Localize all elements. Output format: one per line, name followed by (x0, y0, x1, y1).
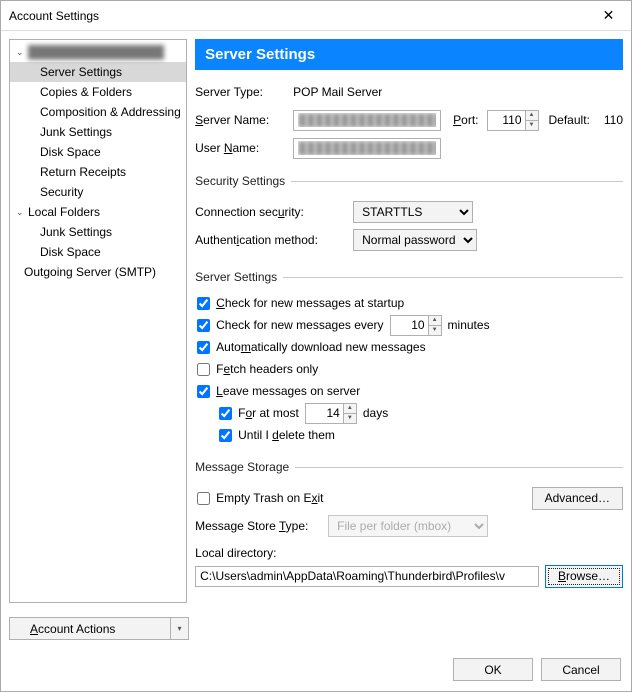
accounts-tree: ⌄ ████████████████ Server Settings Copie… (9, 39, 187, 603)
server-type-label: Server Type: (195, 85, 285, 99)
main-panel: Server Settings Server Type: POP Mail Se… (195, 39, 623, 603)
local-dir-input[interactable] (195, 566, 539, 587)
browse-button[interactable]: Browse… (545, 565, 623, 588)
sidebar-item-lf-disk[interactable]: Disk Space (10, 242, 186, 262)
chk-startup-row[interactable]: Check for new messages at startup (195, 292, 623, 314)
chk-until-delete-row[interactable]: Until I delete them (195, 424, 623, 446)
conn-sec-select[interactable]: STARTTLS (353, 201, 473, 223)
days-stepper[interactable]: ▲▼ (305, 403, 357, 424)
default-port-value: 110 (604, 113, 623, 127)
local-dir-label: Local directory: (195, 546, 623, 560)
server-settings-legend: Server Settings (195, 270, 283, 284)
chk-headers-row[interactable]: Fetch headers only (195, 358, 623, 380)
store-type-label: Message Store Type: (195, 519, 320, 533)
advanced-button[interactable]: Advanced… (532, 487, 623, 510)
user-name-input[interactable] (293, 138, 441, 159)
titlebar: Account Settings ✕ (1, 1, 631, 31)
window-title: Account Settings (9, 9, 586, 23)
sidebar-item-return-receipts[interactable]: Return Receipts (10, 162, 186, 182)
auth-method-label: Authentication method: (195, 233, 345, 247)
store-type-select: File per folder (mbox) (328, 515, 488, 537)
chk-every-row[interactable]: Check for new messages every ▲▼ minutes (195, 314, 623, 336)
chk-leave-row[interactable]: Leave messages on server (195, 380, 623, 402)
chk-empty-trash-row[interactable]: Empty Trash on Exit (195, 487, 323, 509)
sidebar-item-server-settings[interactable]: Server Settings (10, 62, 186, 82)
sidebar-item-copies-folders[interactable]: Copies & Folders (10, 82, 186, 102)
sidebar-item-outgoing[interactable]: Outgoing Server (SMTP) (10, 262, 186, 282)
chevron-down-icon: ⌄ (16, 207, 26, 218)
close-icon: ✕ (603, 7, 615, 24)
port-label: Port: (453, 113, 478, 127)
chk-every[interactable] (197, 319, 210, 332)
sidebar-item-composition[interactable]: Composition & Addressing (10, 102, 186, 122)
panel-title: Server Settings (195, 39, 623, 70)
spin-icon[interactable]: ▲▼ (525, 111, 538, 130)
conn-sec-label: Connection security: (195, 205, 345, 219)
spin-icon[interactable]: ▲▼ (343, 404, 356, 423)
port-stepper[interactable]: ▲▼ (487, 110, 539, 131)
chk-autodl[interactable] (197, 341, 210, 354)
server-name-label: Server Name: (195, 113, 285, 127)
server-type-value: POP Mail Server (293, 85, 382, 99)
chevron-down-icon: ⌄ (16, 47, 26, 58)
chk-empty-trash[interactable] (197, 492, 210, 505)
default-label: Default: (549, 113, 590, 127)
account-actions-button[interactable]: Account Actions ▾ (9, 617, 189, 640)
chk-atmost-row[interactable]: For at most ▲▼ days (195, 402, 623, 424)
auth-method-select[interactable]: Normal password (353, 229, 477, 251)
server-name-input[interactable] (293, 110, 441, 131)
storage-legend: Message Storage (195, 460, 295, 474)
account-root[interactable]: ⌄ ████████████████ (10, 42, 186, 62)
sidebar-item-junk[interactable]: Junk Settings (10, 122, 186, 142)
spin-icon[interactable]: ▲▼ (428, 316, 441, 335)
interval-stepper[interactable]: ▲▼ (390, 315, 442, 336)
message-storage-group: Message Storage Empty Trash on Exit Adva… (195, 460, 623, 592)
chk-startup[interactable] (197, 297, 210, 310)
chk-autodl-row[interactable]: Automatically download new messages (195, 336, 623, 358)
close-button[interactable]: ✕ (586, 1, 631, 30)
user-name-label: User Name: (195, 141, 285, 155)
security-legend: Security Settings (195, 174, 291, 188)
sidebar-item-disk-space[interactable]: Disk Space (10, 142, 186, 162)
server-settings-group: Server Settings Check for new messages a… (195, 270, 623, 446)
cancel-button[interactable]: Cancel (541, 658, 621, 681)
sidebar-item-lf-junk[interactable]: Junk Settings (10, 222, 186, 242)
dialog-footer: OK Cancel (1, 640, 631, 681)
chk-headers[interactable] (197, 363, 210, 376)
sidebar-item-security[interactable]: Security (10, 182, 186, 202)
ok-button[interactable]: OK (453, 658, 533, 681)
chk-atmost[interactable] (219, 407, 232, 420)
local-folders-root[interactable]: ⌄ Local Folders (10, 202, 186, 222)
chevron-down-icon: ▾ (170, 618, 188, 639)
security-settings-group: Security Settings Connection security: S… (195, 174, 623, 256)
chk-until-delete[interactable] (219, 429, 232, 442)
account-email-redacted: ████████████████ (28, 45, 164, 59)
chk-leave[interactable] (197, 385, 210, 398)
